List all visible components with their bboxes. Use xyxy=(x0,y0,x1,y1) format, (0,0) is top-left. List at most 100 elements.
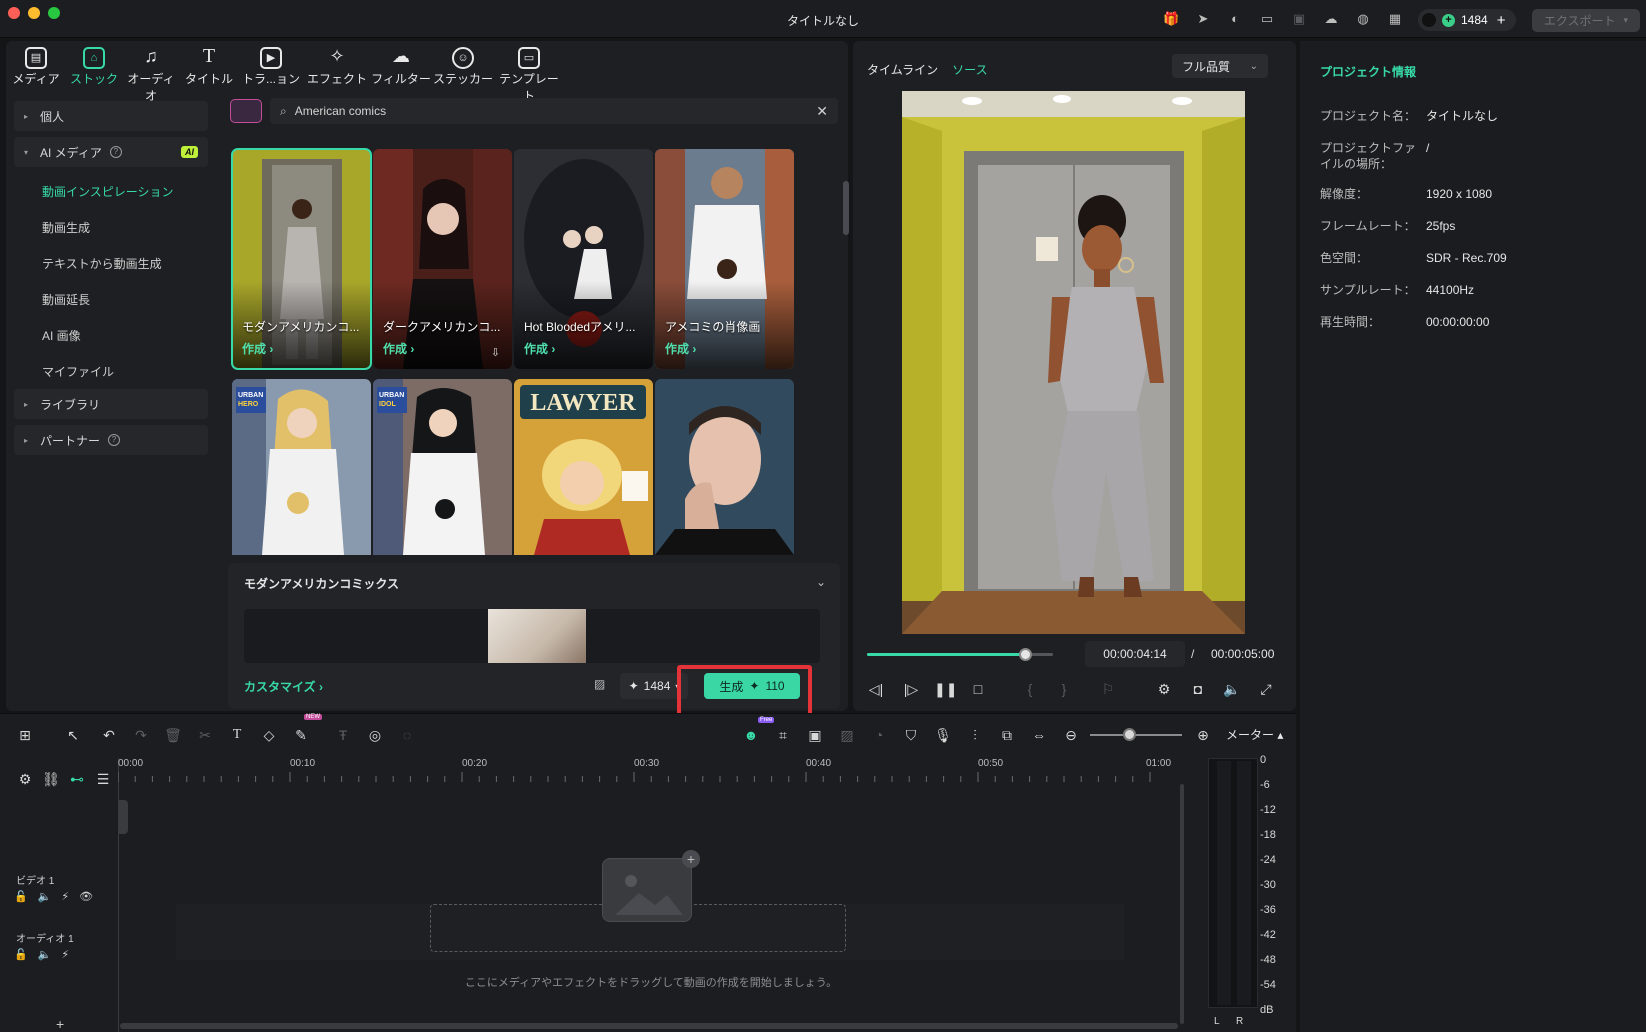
eye-icon[interactable]: 👁 xyxy=(79,890,93,903)
link-icon[interactable]: ⊷ xyxy=(68,770,86,788)
sidebar-item-text-to-video[interactable]: テキストから動画生成 xyxy=(14,245,208,281)
pause-icon[interactable]: ❚❚ xyxy=(934,681,957,701)
download-icon[interactable]: ⇩ xyxy=(491,346,500,359)
speed-icon[interactable]: ◔ xyxy=(870,726,888,744)
tab-effect[interactable]: ✧ エフェクト xyxy=(304,45,370,93)
settings-gear-icon[interactable]: ⚙ xyxy=(1153,681,1175,701)
add-track-icon[interactable]: + xyxy=(56,1016,64,1032)
tab-template[interactable]: ▭ テンプレート xyxy=(494,45,564,103)
cut-scissors-icon[interactable]: ✂ xyxy=(196,726,214,744)
magic-icon[interactable]: ⚡ xyxy=(61,948,69,961)
vertical-scrollbar[interactable] xyxy=(1178,784,1186,1024)
track-settings-gear-icon[interactable]: ⚙ xyxy=(16,770,34,788)
time-ruler[interactable]: 00:00 00:10 00:20 00:30 00:40 00:50 01:0… xyxy=(118,758,1182,786)
reference-thumbnail[interactable] xyxy=(488,609,586,663)
sidebar-item-partner[interactable]: ▸ パートナー? xyxy=(14,425,208,455)
save-icon[interactable]: ▣ xyxy=(1291,11,1307,27)
create-link[interactable]: 作成 › xyxy=(242,340,273,357)
library-scrollbar[interactable] xyxy=(843,181,849,235)
tab-filter[interactable]: ☁ フィルター xyxy=(370,45,432,93)
sidebar-item-video-generation[interactable]: 動画生成 xyxy=(14,209,208,245)
sidebar-item-personal[interactable]: ▸ 個人 xyxy=(14,101,208,131)
playback-scrubber[interactable] xyxy=(867,648,1053,661)
select-cursor-icon[interactable]: ↖ xyxy=(64,726,82,744)
lock-icon[interactable]: 🔓 xyxy=(14,948,28,961)
quality-dropdown[interactable]: フル品質 ⌄ xyxy=(1172,54,1268,78)
smart-crop-icon[interactable]: ▣ xyxy=(806,726,824,744)
ai-image-icon[interactable]: ▨ xyxy=(594,677,605,691)
fit-width-icon[interactable]: ⇔ xyxy=(1030,726,1048,744)
sidebar-item-library[interactable]: ▸ ライブラリ xyxy=(14,389,208,419)
create-link[interactable]: 作成 › xyxy=(524,340,555,357)
help-icon[interactable]: ? xyxy=(109,146,122,158)
zoom-slider[interactable] xyxy=(1090,728,1182,741)
auto-fit-icon[interactable]: ⌗ xyxy=(774,726,792,744)
audio-mixer-icon[interactable]: ⫶ xyxy=(966,726,984,744)
sidebar-item-video-inspiration[interactable]: 動画インスピレーション xyxy=(14,173,208,209)
horizontal-scrollbar[interactable] xyxy=(120,1023,1178,1029)
template-card[interactable] xyxy=(655,379,794,555)
template-card[interactable]: LAWYER xyxy=(514,379,653,555)
zoom-in-icon[interactable]: ⊕ xyxy=(1194,726,1212,744)
clear-search-icon[interactable]: ✕ xyxy=(816,103,828,120)
layout-icon[interactable]: ▭ xyxy=(1259,11,1275,27)
current-timecode[interactable]: 00:00:04:14 xyxy=(1085,641,1185,667)
add-credits-icon[interactable]: + xyxy=(1497,12,1506,29)
tab-media[interactable]: ▤ メディア xyxy=(6,45,66,93)
track-manager-icon[interactable]: ☰ xyxy=(94,770,112,788)
template-card[interactable]: URBAN IDOL xyxy=(373,379,512,555)
shield-icon[interactable]: ⛉ xyxy=(902,726,920,744)
fullscreen-icon[interactable]: ⤢ xyxy=(1255,681,1277,701)
meter-toggle[interactable]: メーター ▴ xyxy=(1226,726,1283,743)
export-button[interactable]: エクスポート ▾ xyxy=(1532,9,1640,32)
send-icon[interactable]: ➤ xyxy=(1195,11,1211,27)
credits-pill[interactable]: + 1484 + xyxy=(1418,9,1516,31)
sidebar-item-ai-image[interactable]: AI 画像 xyxy=(14,317,208,353)
volume-icon[interactable]: 🔈 xyxy=(38,890,52,903)
volume-icon[interactable]: 🔈 xyxy=(38,948,52,961)
help-icon[interactable]: ? xyxy=(108,434,121,446)
template-card[interactable]: Hot Bloodedアメリ... 作成 › xyxy=(514,149,653,369)
customize-link[interactable]: カスタマイズ › xyxy=(244,678,323,695)
redo-icon[interactable]: ↷ xyxy=(132,726,150,744)
delete-icon[interactable]: 🗑 xyxy=(164,726,182,744)
headset-icon[interactable]: ◍ xyxy=(1355,11,1371,27)
snapshot-camera-icon[interactable]: ◘ xyxy=(1187,681,1209,701)
lock-icon[interactable]: 🔓 xyxy=(14,890,28,903)
tab-sticker[interactable]: ☺ ステッカー xyxy=(432,45,494,93)
timeline-tracks-area[interactable]: + ここにメディアやエフェクトをドラッグして動画の作成を開始しましょう。 xyxy=(120,790,1182,1030)
tab-transition[interactable]: ▶ トラ...ョン xyxy=(238,45,304,93)
sidebar-item-ai-media[interactable]: ▾ AI メディア? AI xyxy=(14,137,208,167)
undo-icon[interactable]: ↶ xyxy=(100,726,118,744)
mark-out-icon[interactable]: } xyxy=(1053,681,1075,701)
unlink-icon[interactable]: ⛓ xyxy=(42,770,60,788)
sidebar-item-my-files[interactable]: マイファイル xyxy=(14,353,208,389)
mark-in-icon[interactable]: { xyxy=(1019,681,1041,701)
pen-tool-icon[interactable]: ✎ xyxy=(292,726,310,744)
stop-icon[interactable]: □ xyxy=(967,681,989,701)
tab-audio[interactable]: ♫ オーディオ xyxy=(122,45,180,103)
text-tool-icon[interactable]: T xyxy=(228,726,246,744)
step-back-icon[interactable]: ◁| xyxy=(865,681,887,701)
tab-source[interactable]: ソース xyxy=(952,61,987,78)
create-link[interactable]: 作成 › xyxy=(665,340,696,357)
template-card[interactable]: ダークアメリカンコ... 作成 › ⇩ xyxy=(373,149,512,369)
apps-grid-icon[interactable]: ▦ xyxy=(1387,11,1403,27)
magic-icon[interactable]: ⚡ xyxy=(61,890,69,903)
zoom-out-icon[interactable]: ⊖ xyxy=(1062,726,1080,744)
volume-icon[interactable]: 🔈 xyxy=(1221,681,1243,701)
microphone-icon[interactable]: 🎙 xyxy=(934,726,952,744)
sidebar-item-video-extend[interactable]: 動画延長 xyxy=(14,281,208,317)
layout-grid-icon[interactable]: ⊞ xyxy=(16,726,34,744)
search-input[interactable]: ⌕ American comics ✕ xyxy=(270,98,838,124)
tab-stock[interactable]: ⌂ ストック xyxy=(66,45,122,93)
ai-copilot-icon[interactable]: ☻ xyxy=(742,726,760,744)
ai-tool-icon[interactable]: ◎ xyxy=(366,726,384,744)
template-card[interactable]: URBAN HERO xyxy=(232,379,371,555)
tab-timeline[interactable]: タイムライン xyxy=(867,61,938,78)
zoom-handle[interactable] xyxy=(1122,728,1136,741)
add-media-icon[interactable]: + xyxy=(682,850,700,868)
text-to-speech-icon[interactable]: Ŧ xyxy=(334,726,352,744)
shape-tool-icon[interactable]: ◇ xyxy=(260,726,278,744)
tab-title[interactable]: T タイトル xyxy=(180,45,238,93)
